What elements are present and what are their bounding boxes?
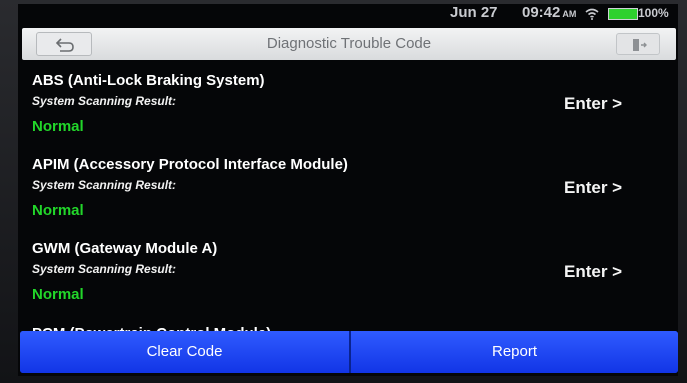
- module-row-apim[interactable]: APIM (Accessory Protocol Interface Modul…: [18, 152, 678, 236]
- enter-button-abs[interactable]: Enter >: [564, 94, 622, 114]
- module-row-gwm[interactable]: GWM (Gateway Module A) System Scanning R…: [18, 236, 678, 320]
- scan-result-label: System Scanning Result:: [32, 178, 177, 192]
- report-button[interactable]: Report: [351, 331, 678, 373]
- status-battery: 100%: [638, 6, 669, 20]
- scan-result-label: System Scanning Result:: [32, 262, 177, 276]
- exit-door-icon: [633, 39, 647, 51]
- status-date: Jun 27: [450, 4, 498, 21]
- status-time: 09:42 AM: [522, 4, 576, 21]
- module-list: ABS (Anti-Lock Braking System) System Sc…: [18, 68, 678, 336]
- clear-code-button[interactable]: Clear Code: [20, 331, 349, 373]
- scan-result-status: Normal: [32, 202, 84, 219]
- page-title: Diagnostic Trouble Code: [266, 35, 432, 52]
- status-time-value: 09:42: [522, 4, 561, 21]
- device-screen: Jun 27 09:42 AM 100% Diagnostic Trouble C…: [18, 4, 678, 376]
- enter-button-apim[interactable]: Enter >: [564, 178, 622, 198]
- module-name: APIM (Accessory Protocol Interface Modul…: [32, 156, 348, 173]
- exit-button[interactable]: [616, 33, 660, 55]
- scan-result-label: System Scanning Result:: [32, 94, 177, 108]
- module-row-abs[interactable]: ABS (Anti-Lock Braking System) System Sc…: [18, 68, 678, 152]
- module-name: GWM (Gateway Module A): [32, 240, 218, 257]
- bottom-action-bar: Clear Code Report: [20, 331, 678, 373]
- enter-button-gwm[interactable]: Enter >: [564, 262, 622, 282]
- device-bezel: Jun 27 09:42 AM 100% Diagnostic Trouble C…: [0, 0, 687, 383]
- scan-result-status: Normal: [32, 118, 84, 135]
- wifi-icon: [585, 8, 599, 20]
- status-ampm: AM: [562, 9, 577, 19]
- module-name: ABS (Anti-Lock Braking System): [32, 72, 265, 89]
- title-bar: Diagnostic Trouble Code: [22, 28, 676, 60]
- scan-result-status: Normal: [32, 286, 84, 303]
- status-bar: Jun 27 09:42 AM 100%: [18, 4, 678, 24]
- battery-icon: [608, 8, 638, 20]
